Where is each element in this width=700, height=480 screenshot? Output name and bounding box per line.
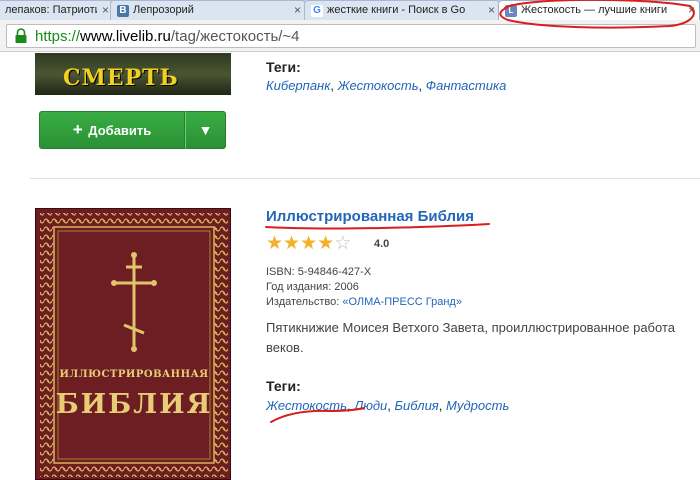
ornament-border-icon	[40, 213, 228, 477]
book-cover-cyberpunk[interactable]: СМЕРТЬ	[35, 53, 231, 95]
book-title-link[interactable]: Иллюстрированная Библия	[266, 208, 474, 225]
tab-google-search[interactable]: G жесткие книги - Поиск в Go ×	[304, 0, 500, 20]
tag-link-people[interactable]: Люди	[354, 398, 387, 413]
tab-label: Лепрозорий	[133, 4, 194, 16]
google-icon: G	[311, 5, 323, 17]
tag-link-fantasy[interactable]: Фантастика	[426, 78, 507, 93]
tab-label: жесткие книги - Поиск в Go	[327, 4, 466, 16]
book-publisher: Издательство: «ОЛМА-ПРЕСС Гранд»	[266, 296, 462, 308]
star-icon[interactable]: ★	[300, 233, 317, 254]
star-icon[interactable]: ★	[317, 233, 334, 254]
lock-icon	[15, 28, 27, 43]
url-text: https://www.livelib.ru/tag/жестокость/~4	[35, 28, 300, 45]
star-icon[interactable]: ★	[266, 233, 283, 254]
tag-link-cyberpunk[interactable]: Киберпанк	[266, 78, 330, 93]
book-description: Пятикнижие Моисея Ветхого Завета, проилл…	[266, 318, 700, 358]
plus-icon: +	[72, 120, 83, 139]
close-icon[interactable]: ×	[488, 3, 495, 17]
cover-subtitle: ИЛЛЮСТРИРОВАННАЯ	[59, 369, 209, 380]
tab-label: Жестокость — лучшие книги	[521, 4, 668, 16]
add-button-label: Добавить	[88, 123, 152, 138]
close-icon[interactable]: ×	[688, 3, 695, 17]
star-icon[interactable]: ★	[283, 233, 300, 254]
tab-label: лепаков: Патриоти	[5, 4, 97, 16]
livelib-icon: L	[505, 5, 517, 17]
rating-value: 4.0	[374, 238, 390, 250]
add-button[interactable]: + Добавить	[39, 111, 185, 149]
cover-title: СМЕРТЬ	[63, 65, 179, 91]
tags-list: Жестокость, Люди, Библия, Мудрость	[266, 398, 510, 413]
publisher-label: Издательство:	[266, 296, 340, 308]
url-host: www.livelib.ru	[80, 28, 171, 45]
publisher-link[interactable]: «ОЛМА-ПРЕСС Гранд»	[342, 296, 462, 308]
add-options-dropdown[interactable]: ▼	[185, 111, 226, 149]
url-scheme: https://	[35, 28, 81, 45]
tags-heading: Теги:	[266, 378, 301, 394]
page-content: СМЕРТЬ Теги: Киберпанк, Жестокость, Фант…	[0, 53, 700, 480]
tags-heading: Теги:	[266, 59, 301, 75]
book-year: Год издания: 2006	[266, 281, 359, 293]
tag-link-bible[interactable]: Библия	[395, 398, 439, 413]
book-cover-bible[interactable]: ИЛЛЮСТРИРОВАННАЯ БИБЛИЯ	[35, 208, 231, 480]
cover-title: БИБЛИЯ	[55, 389, 213, 420]
tab-patriot[interactable]: лепаков: Патриоти ×	[0, 0, 114, 20]
tags-list: Киберпанк, Жестокость, Фантастика	[266, 78, 507, 93]
tab-livelib-active[interactable]: L Жестокость — лучшие книги ×	[498, 0, 700, 20]
tag-link-cruelty[interactable]: Жестокость	[266, 398, 347, 413]
close-icon[interactable]: ×	[294, 3, 301, 17]
close-icon[interactable]: ×	[102, 3, 109, 17]
chevron-down-icon: ▼	[198, 122, 213, 138]
item-divider	[30, 178, 700, 179]
description-line: Пятикнижие Моисея Ветхого Завета, проилл…	[266, 320, 675, 335]
tag-link-wisdom[interactable]: Мудрость	[446, 398, 509, 413]
tag-link-cruelty[interactable]: Жестокость	[338, 78, 419, 93]
vk-icon: В	[117, 5, 129, 17]
address-bar: https://www.livelib.ru/tag/жестокость/~4	[0, 20, 700, 52]
description-line: веков.	[266, 340, 304, 355]
tab-leprozoriy[interactable]: В Лепрозорий ×	[110, 0, 306, 20]
rating-stars[interactable]: ★★★★☆	[266, 234, 351, 254]
url-input[interactable]: https://www.livelib.ru/tag/жестокость/~4	[6, 24, 696, 48]
url-path: /tag/жестокость/~4	[170, 28, 300, 45]
star-outline-icon[interactable]: ☆	[334, 233, 351, 254]
book-isbn: ISBN: 5-94846-427-X	[266, 266, 372, 278]
tab-strip: лепаков: Патриоти × В Лепрозорий × G жес…	[0, 0, 700, 20]
